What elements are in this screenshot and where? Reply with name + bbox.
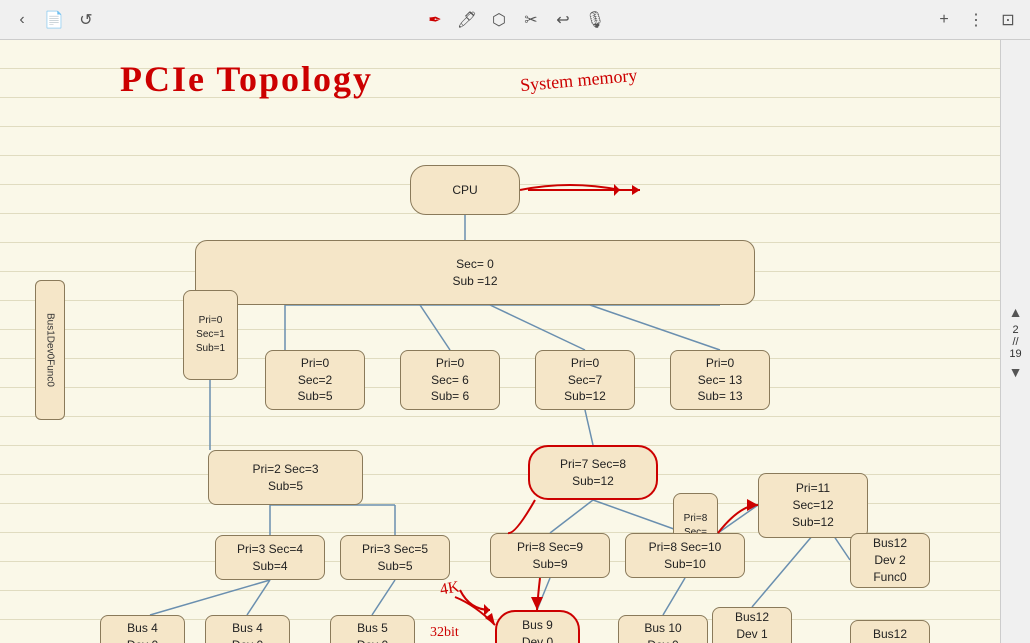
undo-button[interactable]: ↺: [74, 8, 98, 32]
page-number: 2//19: [1009, 324, 1021, 360]
sw3-b2-node: Pri=8 Sec=10 Sub=10: [625, 533, 745, 578]
bus12-d3-node: Bus12 Dev 3: [850, 620, 930, 643]
sw1-b3-node: Pri=0 Sec=7 Sub=12: [535, 350, 635, 410]
diagram: CPU Sec= 0 Sub =12 Bus1Dev0Func0 Pri=0 S…: [40, 135, 1000, 643]
cpu-node: CPU: [410, 165, 520, 215]
add-button[interactable]: +: [932, 8, 956, 32]
right-sidebar: ▲ 2//19 ▼: [1000, 40, 1030, 643]
annotation-32bit: 32bit: [430, 625, 459, 641]
sw1-b4-node: Pri=0 Sec= 13 Sub= 13: [670, 350, 770, 410]
grid-button[interactable]: ⊡: [996, 8, 1020, 32]
mic-icon[interactable]: 🎙: [583, 8, 607, 32]
pen-icon[interactable]: ✒: [423, 8, 447, 32]
sw1-b1-node: Pri=0 Sec=2 Sub=5: [265, 350, 365, 410]
back-button[interactable]: ‹: [10, 8, 34, 32]
page-title: PCIe Topology: [120, 58, 373, 100]
bus4-d0-f0-node: Bus 4 Dev 0 Func0: [100, 615, 185, 643]
bus12-d1-f0-node: Bus12 Dev 1 Func0: [712, 607, 792, 643]
bus5-d0-f0-node: Bus 5 Dev 0 Func0: [330, 615, 415, 643]
sw2-b2-node: Pri=3 Sec=5 Sub=5: [340, 535, 450, 580]
bridge1-node: Pri=0 Sec=1 Sub=1: [183, 290, 238, 380]
page-up-button[interactable]: ▲: [1009, 304, 1023, 320]
sw3-b1-node: Pri=8 Sec=9 Sub=9: [490, 533, 610, 578]
canvas: PCIe Topology System memory: [0, 40, 1030, 643]
scissors-icon[interactable]: ✂: [519, 8, 543, 32]
sw2-top-node: Pri=2 Sec=3 Sub=5: [208, 450, 363, 505]
root-complex-node: Sec= 0 Sub =12: [195, 240, 755, 305]
bus1-sidebar: Bus1Dev0Func0: [35, 280, 65, 420]
system-memory-annotation: System memory: [519, 65, 638, 96]
document-icon[interactable]: 📄: [42, 8, 66, 32]
marker-icon[interactable]: 🖊: [455, 8, 479, 32]
bus10-d0-f0-node: Bus 10 Dev 0 Func0: [618, 615, 708, 643]
more-button[interactable]: ⋮: [964, 8, 988, 32]
lasso-icon[interactable]: ↩: [551, 8, 575, 32]
shape-icon[interactable]: ⬡: [487, 8, 511, 32]
sw2-b1-node: Pri=3 Sec=4 Sub=4: [215, 535, 325, 580]
bus9-d0-f0-node: Bus 9 Dev 0 Func0: [495, 610, 580, 643]
far-right-node: Pri=11 Sec=12 Sub=12: [758, 473, 868, 538]
toolbar: ‹ 📄 ↺ ✒ 🖊 ⬡ ✂ ↩ 🎙 + ⋮ ⊡: [0, 0, 1030, 40]
bus12-d2-f0-node: Bus12 Dev 2 Func0: [850, 533, 930, 588]
sw1-b2-node: Pri=0 Sec= 6 Sub= 6: [400, 350, 500, 410]
page-down-button[interactable]: ▼: [1009, 364, 1023, 380]
annotation-4k: 4K: [439, 578, 461, 599]
bus4-d0-f1-node: Bus 4 Dev 0 Func1: [205, 615, 290, 643]
sw3-top-circled-node: Pri=7 Sec=8 Sub=12: [528, 445, 658, 500]
